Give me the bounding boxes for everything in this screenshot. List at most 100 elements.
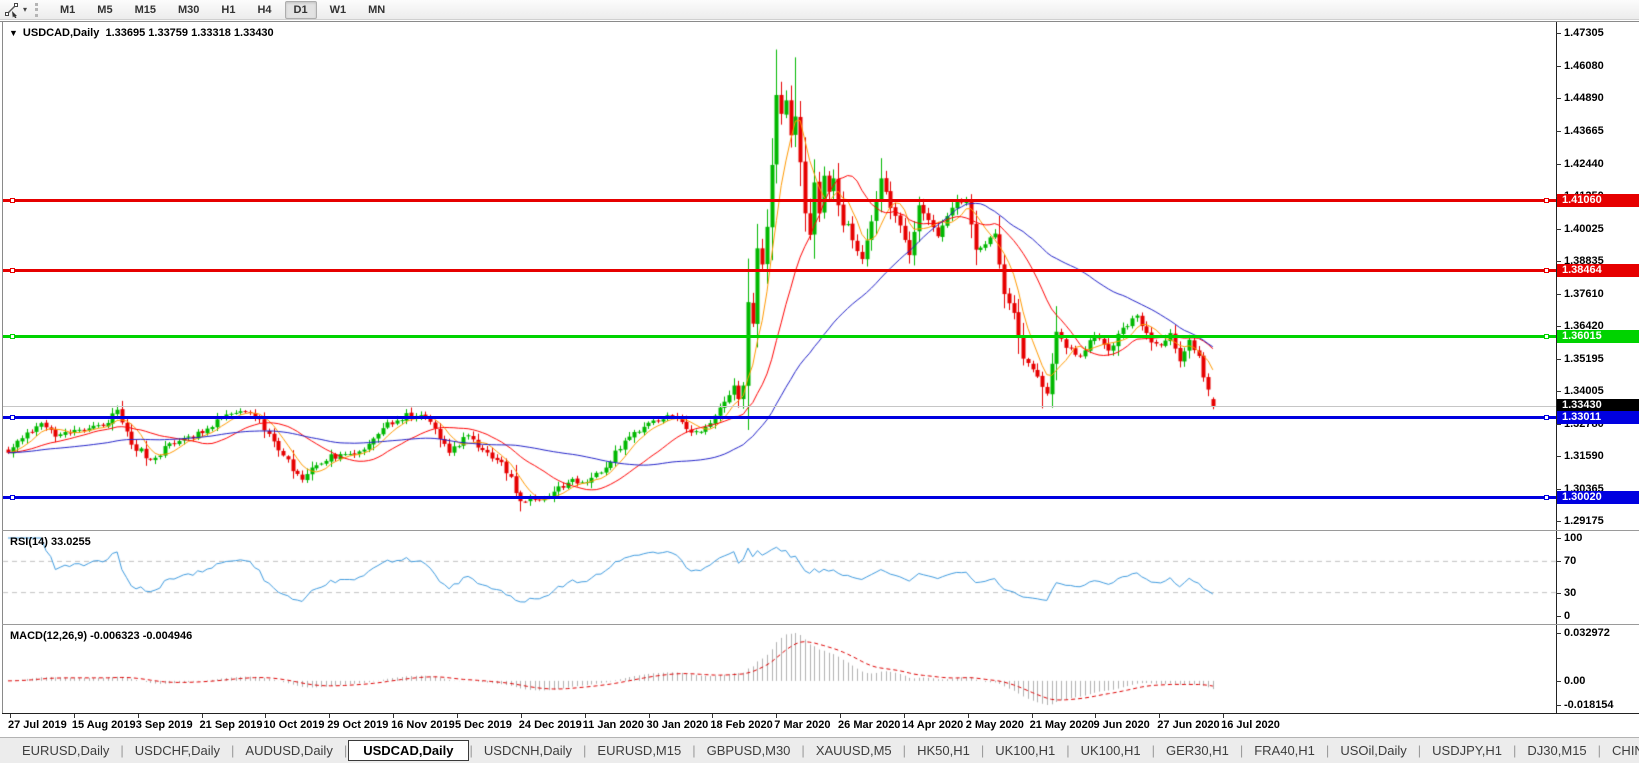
timeframe-button-h4[interactable]: H4: [248, 1, 280, 19]
current-price-line: [3, 406, 1556, 407]
macd-tick-mark: [1556, 705, 1561, 706]
date-label: 11 Jan 2020: [583, 719, 644, 731]
timeframe-buttons: M1M5 M15M30H1H4 D1W1MN: [49, 1, 396, 19]
tab-hk50-h1[interactable]: HK50,H1: [907, 740, 980, 761]
tab-china300-h4[interactable]: CHINA300,H4: [1602, 740, 1639, 761]
tab-xauusd-m5[interactable]: XAUUSD,M5: [806, 740, 902, 761]
tab-uk100-h1[interactable]: UK100,H1: [985, 740, 1065, 761]
tab-ger30-h1[interactable]: GER30,H1: [1156, 740, 1239, 761]
price-tick-label: 1.37610: [1564, 288, 1604, 300]
tab-usdcnh-daily[interactable]: USDCNH,Daily: [474, 740, 582, 761]
date-tick-mark: [904, 714, 905, 718]
price-tick-mark: [1556, 261, 1561, 262]
tab-usdcad-daily[interactable]: USDCAD,Daily: [348, 740, 468, 761]
timeframe-button-h1[interactable]: H1: [212, 1, 244, 19]
tab-audusd-daily[interactable]: AUDUSD,Daily: [235, 740, 342, 761]
price-tick-mark: [1556, 489, 1561, 490]
date-label: 5 Dec 2019: [455, 719, 512, 731]
rsi-tick-mark: [1556, 538, 1561, 539]
hline-price-tag: 1.41060: [1557, 194, 1639, 207]
price-tick-mark: [1556, 164, 1561, 165]
price-tick-mark: [1556, 131, 1561, 132]
hline-1.36015[interactable]: [3, 335, 1556, 338]
hline-anchor[interactable]: [1544, 495, 1549, 500]
rsi-indicator-label: RSI(14) 33.0255: [10, 536, 91, 548]
chart-canvas[interactable]: [0, 0, 1639, 763]
date-label: 27 Jun 2020: [1157, 719, 1219, 731]
hline-anchor[interactable]: [10, 415, 15, 420]
price-tick-label: 1.34005: [1564, 385, 1604, 397]
tab-uk100-h1[interactable]: UK100,H1: [1071, 740, 1151, 761]
timeframe-button-m30[interactable]: M30: [169, 1, 208, 19]
price-tick-label: 1.40025: [1564, 223, 1604, 235]
hline-price-tag: 1.38464: [1557, 264, 1639, 277]
hline-price-tag: 1.30020: [1557, 491, 1639, 504]
hline-anchor[interactable]: [10, 334, 15, 339]
rsi-current-value: 33.0255: [51, 536, 91, 548]
date-label: 16 Nov 2019: [391, 719, 455, 731]
hline-anchor[interactable]: [1544, 198, 1549, 203]
price-tick-label: 1.44890: [1564, 92, 1604, 104]
chevron-down-icon[interactable]: ▾: [23, 5, 27, 14]
tab-dj30-m15[interactable]: DJ30,M15: [1517, 740, 1596, 761]
rsi-tick-label: 70: [1564, 555, 1576, 567]
rsi-tick-mark: [1556, 616, 1561, 617]
timeframe-button-mn[interactable]: MN: [359, 1, 394, 19]
hline-anchor[interactable]: [10, 198, 15, 203]
macd-indicator-label: MACD(12,26,9) -0.006323 -0.004946: [10, 630, 192, 642]
date-tick-mark: [138, 714, 139, 718]
date-tick-mark: [521, 714, 522, 718]
date-tick-mark: [712, 714, 713, 718]
date-tick-mark: [776, 714, 777, 718]
date-tick-mark: [968, 714, 969, 718]
tab-eurusd-daily[interactable]: EURUSD,Daily: [12, 740, 119, 761]
tab-usdjpy-h1[interactable]: USDJPY,H1: [1422, 740, 1512, 761]
chart-tabs: EURUSD,Daily|USDCHF,Daily|AUDUSD,Daily|U…: [12, 740, 1639, 761]
collapse-chart-icon[interactable]: ▼: [9, 28, 18, 38]
date-label: 16 Jul 2020: [1221, 719, 1280, 731]
date-label: 18 Feb 2020: [710, 719, 772, 731]
tab-eurusd-m15[interactable]: EURUSD,M15: [587, 740, 691, 761]
hline-1.38464[interactable]: [3, 269, 1556, 272]
hline-1.30020[interactable]: [3, 496, 1556, 499]
date-tick-mark: [1159, 714, 1160, 718]
hline-anchor[interactable]: [1544, 415, 1549, 420]
date-tick-mark: [457, 714, 458, 718]
tab-gbpusd-m30[interactable]: GBPUSD,M30: [697, 740, 801, 761]
timeframe-button-w1[interactable]: W1: [321, 1, 356, 19]
timeframe-button-m1[interactable]: M1: [51, 1, 84, 19]
price-tick-mark: [1556, 229, 1561, 230]
macd-tick-mark: [1556, 681, 1561, 682]
date-tick-mark: [585, 714, 586, 718]
hline-anchor[interactable]: [10, 495, 15, 500]
tab-usdchf-daily[interactable]: USDCHF,Daily: [125, 740, 230, 761]
date-label: 29 Oct 2019: [327, 719, 388, 731]
timeframe-button-m15[interactable]: M15: [126, 1, 165, 19]
tab-fra40-h1[interactable]: FRA40,H1: [1244, 740, 1325, 761]
trading-platform-window: { "toolbar": { "tool_icon": "trendline-c…: [0, 0, 1639, 763]
toolbar: ▾ M1M5 M15M30H1H4 D1W1MN: [0, 0, 1639, 20]
date-label: 21 Sep 2019: [200, 719, 263, 731]
chart-ohlc-values: 1.33695 1.33759 1.33318 1.33430: [105, 27, 273, 39]
price-tick-label: 1.46080: [1564, 60, 1604, 72]
hline-price-tag: 1.33011: [1557, 411, 1639, 424]
hline-anchor[interactable]: [10, 268, 15, 273]
timeframe-button-d1[interactable]: D1: [285, 1, 317, 19]
price-tick-label: 1.29175: [1564, 515, 1604, 527]
price-tick-label: 1.31590: [1564, 450, 1604, 462]
toolbar-grip: [35, 3, 43, 17]
timeframe-button-m5[interactable]: M5: [88, 1, 121, 19]
macd-current-values: -0.006323 -0.004946: [90, 630, 192, 642]
price-tick-mark: [1556, 66, 1561, 67]
trendline-cursor-icon[interactable]: [4, 2, 20, 18]
price-tick-label: 1.42440: [1564, 158, 1604, 170]
hline-1.41060[interactable]: [3, 199, 1556, 202]
date-tick-mark: [393, 714, 394, 718]
hline-1.33011[interactable]: [3, 416, 1556, 419]
date-label: 3 Sep 2019: [136, 719, 193, 731]
price-tick-mark: [1556, 98, 1561, 99]
hline-anchor[interactable]: [1544, 268, 1549, 273]
hline-anchor[interactable]: [1544, 334, 1549, 339]
tab-usoil-daily[interactable]: USOil,Daily: [1330, 740, 1416, 761]
date-label: 9 Jun 2020: [1093, 719, 1149, 731]
